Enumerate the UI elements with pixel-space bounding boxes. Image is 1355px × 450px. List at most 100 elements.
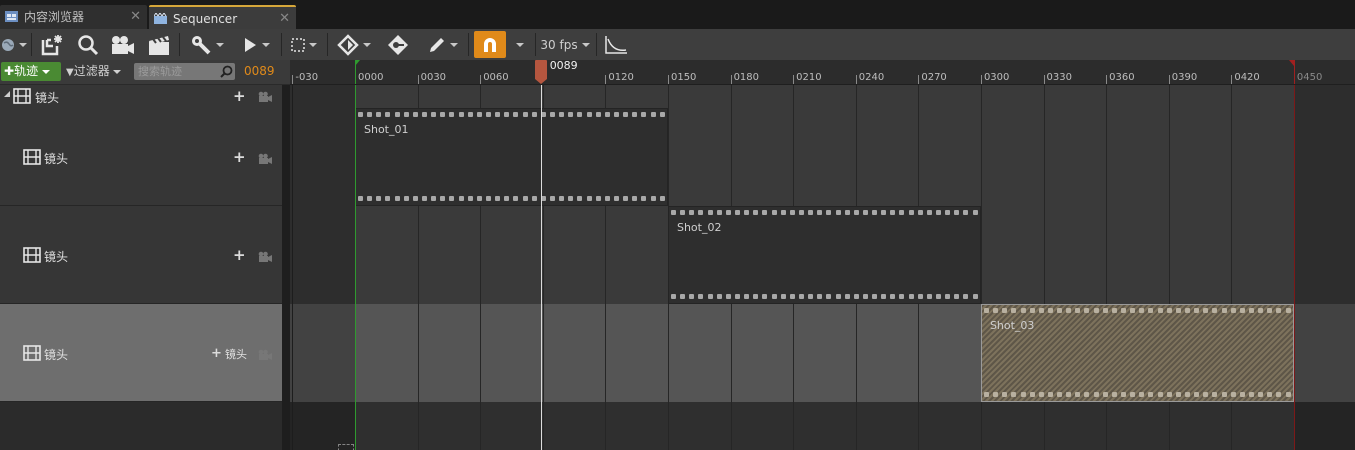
shot-track-label: 镜头 [44,250,69,264]
tree-root-row[interactable]: 镜头 + [0,85,282,108]
search-track-input[interactable]: 搜索轨迹 [134,63,235,80]
shot-name: Shot_03 [989,319,1035,332]
ruler-tick-label: 0450 [1296,72,1323,83]
ruler-tick [918,75,920,84]
empty-lane [290,402,1355,450]
ruler-tick-label: 0270 [921,72,947,83]
track-tree: 镜头 + 镜头 + 镜头 + 镜头 + 镜头 [0,85,282,450]
start-marker-flag [355,60,360,66]
snap-options-dropdown[interactable] [510,31,530,58]
add-shot-button[interactable]: + [211,346,222,361]
tab-sequencer[interactable]: Sequencer ✕ [149,5,296,29]
timeline-area[interactable]: Shot_01 Shot_02 Shot_03 [290,85,1355,450]
end-marker-flag [1288,60,1294,66]
snap-icon [484,37,496,52]
camera-icon[interactable] [258,91,272,102]
ruler-tick-label: 0000 [358,72,384,83]
camera-icon [112,35,134,54]
ruler-tick [1106,75,1108,84]
playhead-line[interactable] [540,85,542,450]
playhead-handle-tip [534,79,547,84]
collapse-arrow-icon[interactable] [4,91,10,97]
film-perforations [358,112,665,118]
shot-track-row[interactable]: 镜头 + 镜头 [0,304,282,402]
shot-track-row[interactable]: 镜头 + [0,206,282,304]
find-button[interactable] [74,31,102,58]
tab-content-browser[interactable]: 内容浏览器 ✕ [0,5,147,29]
ruler-tick [480,75,482,84]
tools-icon [192,35,211,54]
shot-track-label: 镜头 [44,348,69,362]
edit-menu-button[interactable] [424,31,462,58]
shot-track-icon [23,345,41,361]
ruler-tick-label: 0420 [1234,72,1260,83]
current-frame-display[interactable]: 0089 [244,62,275,81]
search-icon [220,65,233,78]
ruler-tick [605,75,607,84]
save-button[interactable] [38,31,66,58]
add-track-button[interactable]: ✚轨迹 [1,62,61,81]
autokey-icon [388,34,408,55]
ruler-tick-label: 0240 [858,72,885,83]
autokey-button[interactable] [384,31,412,58]
ruler-tick-label: 0150 [670,72,697,83]
film-perforations [983,308,1291,314]
search-placeholder: 搜索轨迹 [138,65,182,78]
shot-section[interactable]: Shot_02 [667,206,981,304]
add-shot-button[interactable]: + [233,248,246,263]
snap-toggle-button[interactable] [474,31,506,58]
filter-button[interactable]: ▼过滤器 [66,62,121,81]
ruler-tick [1168,75,1170,84]
ruler-tick-label: 0030 [420,72,447,83]
curve-editor-button[interactable] [602,31,630,58]
add-track-label: 轨迹 [14,64,39,78]
ruler-tick [730,75,732,84]
shot-track-icon [23,149,41,165]
ruler-tick [1043,75,1045,84]
add-shot-button[interactable]: + [233,150,246,165]
time-ruler[interactable]: -030 0000 0030 0060 0120 0150 0180 0210 0240 0270… [290,59,1355,85]
shot-track-row[interactable]: 镜头 + [0,108,282,206]
playhead-frame-label: 0089 [549,59,578,72]
key-icon [337,33,359,56]
chevron-down-icon [42,69,51,74]
pencil-icon [430,37,444,52]
play-menu-button[interactable] [238,31,274,58]
ruler-tick [793,75,795,84]
ruler-tick [417,75,419,84]
world-menu-button[interactable] [0,31,28,58]
shot-section[interactable]: Shot_03 [980,304,1294,402]
tools-menu-button[interactable] [188,31,226,58]
playback-start-line [355,85,356,450]
camera-button[interactable] [108,31,138,58]
world-icon [2,38,14,51]
fps-dropdown[interactable]: 30 fps [538,31,592,58]
end-marker [1293,60,1295,84]
clapper-button[interactable] [145,31,173,58]
selection-menu-button[interactable] [286,31,322,58]
root-track-lane [290,85,1355,109]
ruler-tick-label: 0360 [1109,72,1135,83]
film-perforations [358,196,665,202]
curve-editor-icon [605,35,627,54]
chevron-down-icon [112,69,121,74]
camera-icon[interactable] [258,153,272,164]
content-browser-icon [5,11,18,22]
save-icon [41,34,62,55]
sequencer-toolbar: 30 fps [0,29,1355,61]
shot-track-label: 镜头 [44,152,69,166]
close-icon[interactable]: ✕ [279,7,290,31]
key-menu-button[interactable] [336,31,372,58]
shot-track-icon [23,247,41,263]
camera-icon[interactable] [258,349,272,360]
camera-icon[interactable] [258,251,272,262]
close-icon[interactable]: ✕ [130,5,141,29]
shot-section[interactable]: Shot_01 [355,108,668,206]
tree-splitter[interactable] [282,85,290,450]
ruler-tick-label: 0390 [1171,72,1198,83]
playhead-handle[interactable] [534,60,547,79]
add-shot-button[interactable]: + [233,89,246,104]
ruler-tick [1231,75,1233,84]
film-perforations [670,210,978,216]
tab-label: Sequencer [173,12,238,26]
